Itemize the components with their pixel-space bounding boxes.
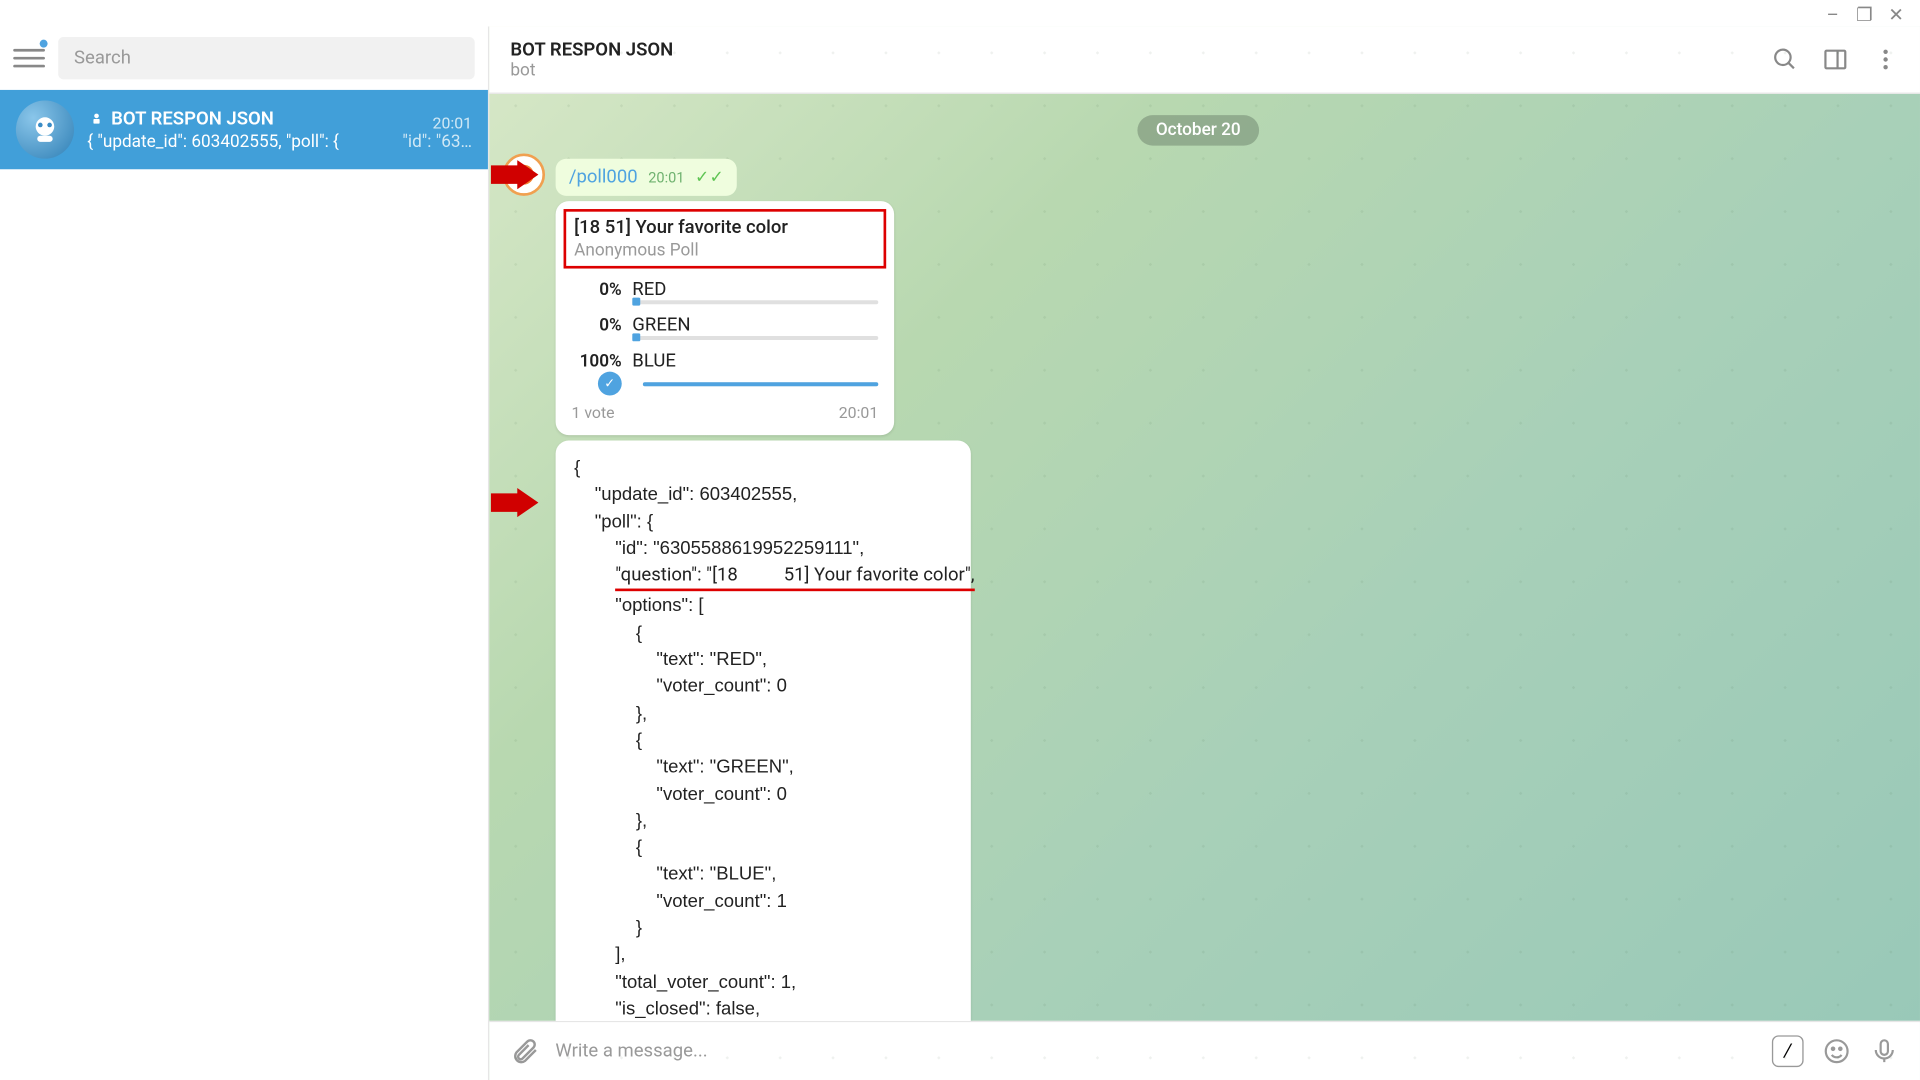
poll-option-label: GREEN — [632, 315, 690, 336]
minimize-icon[interactable]: – — [1822, 5, 1843, 21]
json-line: ], — [574, 941, 952, 968]
json-line: "voter_count": 1 — [574, 887, 952, 914]
emoji-icon[interactable] — [1822, 1037, 1851, 1066]
search-input[interactable]: Search — [58, 37, 475, 79]
json-line: "update_id": 603402555, — [574, 480, 952, 507]
attach-icon[interactable] — [510, 1037, 539, 1066]
json-line: }, — [574, 806, 952, 833]
poll-type: Anonymous Poll — [574, 241, 875, 261]
poll-question: [18 51] Your favorite color — [574, 217, 875, 238]
poll-time: 20:01 — [838, 403, 878, 422]
chat-list-item[interactable]: BOT RESPON JSON 20:01 { "update_id": 603… — [0, 90, 488, 169]
json-line: "voter_count": 0 — [574, 780, 952, 807]
avatar — [16, 100, 74, 158]
json-message: { "update_id": 603402555, "poll": { "id"… — [555, 440, 970, 1020]
sidepanel-icon[interactable] — [1822, 46, 1848, 72]
maximize-icon[interactable]: ❐ — [1854, 5, 1875, 21]
json-line: "question": "[18 51] Your favorite color… — [574, 561, 952, 592]
chat-header: BOT RESPON JSON bot — [489, 26, 1920, 93]
poll-pct: 0% — [571, 315, 621, 335]
sidebar: Search BOT RESPON JSON 20:01 { "update_i… — [0, 26, 489, 1080]
poll-card[interactable]: [18 51] Your favorite color Anonymous Po… — [555, 201, 894, 435]
json-line: "options": [ — [574, 592, 952, 619]
chat-header-title: BOT RESPON JSON — [510, 39, 1771, 60]
date-chip: October 20 — [1137, 115, 1259, 145]
json-line: "total_voter_count": 1, — [574, 967, 952, 994]
mic-icon[interactable] — [1870, 1037, 1899, 1066]
chat-area[interactable]: October 20 /poll000 20:01 ✓✓ [18 51 — [489, 94, 1920, 1021]
json-line: "id": "6305588619952259111", — [574, 534, 952, 561]
json-line: { — [574, 454, 952, 481]
message-input[interactable]: Write a message... — [555, 1041, 1756, 1062]
json-line: "text": "RED", — [574, 645, 952, 672]
close-icon[interactable]: ✕ — [1886, 5, 1907, 21]
bubble-time: 20:01 — [648, 169, 684, 186]
json-line: "is_closed": false, — [574, 994, 952, 1021]
poll-vote-count: 1 vote — [571, 403, 614, 422]
command-text: /poll000 — [569, 167, 638, 188]
poll-option[interactable]: 100% BLUE ✓ — [571, 350, 878, 395]
json-line: "text": "GREEN", — [574, 753, 952, 780]
json-line: "poll": { — [574, 507, 952, 534]
command-icon[interactable]: / — [1772, 1035, 1804, 1067]
json-line: { — [574, 619, 952, 646]
read-checks-icon: ✓✓ — [695, 168, 724, 188]
search-icon[interactable] — [1772, 46, 1798, 72]
poll-pct: 100% — [571, 351, 621, 371]
chat-preview: { "update_id": 603402555, "poll": { "id"… — [87, 132, 472, 152]
json-line: { — [574, 833, 952, 860]
json-line: } — [574, 914, 952, 941]
poll-pct: 0% — [571, 280, 621, 300]
json-line: }, — [574, 699, 952, 726]
arrow-annotation — [491, 160, 539, 189]
command-bubble: /poll000 20:01 ✓✓ — [555, 159, 736, 196]
more-icon[interactable] — [1872, 46, 1898, 72]
chat-header-subtitle: bot — [510, 60, 1771, 80]
poll-option[interactable]: 0%RED — [571, 279, 878, 304]
chat-title: BOT RESPON JSON — [87, 108, 274, 129]
message-input-bar: Write a message... / — [489, 1021, 1920, 1080]
json-line: "text": "BLUE", — [574, 860, 952, 887]
window-controls: – ❐ ✕ — [1809, 0, 1920, 26]
arrow-annotation — [491, 488, 539, 517]
json-line: "voter_count": 0 — [574, 672, 952, 699]
chat-time: 20:01 — [433, 113, 473, 132]
menu-icon[interactable] — [13, 42, 45, 74]
json-line: { — [574, 726, 952, 753]
poll-option-label: BLUE — [632, 350, 676, 371]
check-icon: ✓ — [598, 372, 622, 396]
main-panel: BOT RESPON JSON bot October 20 /poll000 … — [489, 26, 1920, 1080]
poll-option[interactable]: 0% GREEN — [571, 315, 878, 340]
